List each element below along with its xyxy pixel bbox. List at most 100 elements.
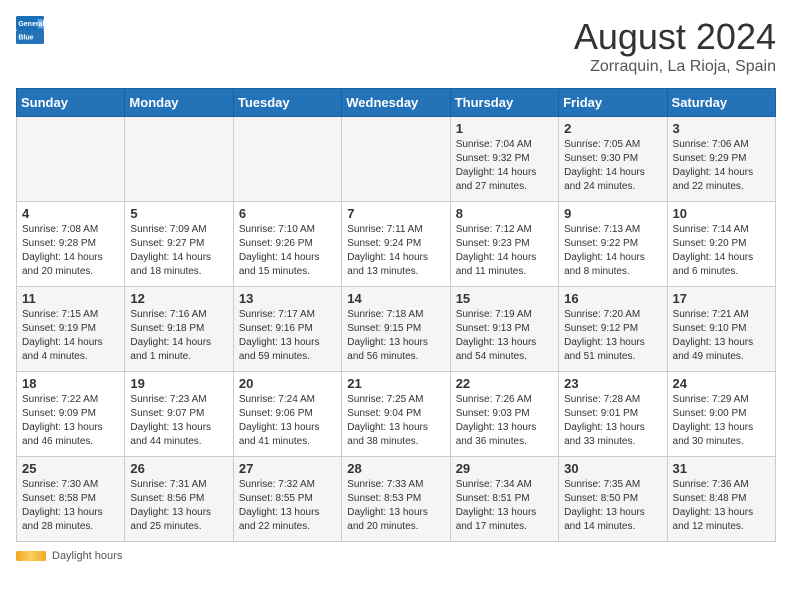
day-number: 21 (347, 376, 444, 391)
calendar-cell: 30Sunrise: 7:35 AM Sunset: 8:50 PM Dayli… (559, 457, 667, 542)
day-info: Sunrise: 7:17 AM Sunset: 9:16 PM Dayligh… (239, 308, 336, 364)
week-row: 4 Sunrise: 7:08 AM Sunset: 9:28 PM Daylig… (17, 202, 776, 287)
day-number: 31 (673, 461, 770, 476)
day-number: 17 (673, 291, 770, 306)
calendar-cell: 4 Sunrise: 7:08 AM Sunset: 9:28 PM Daylig… (17, 202, 125, 287)
day-info: Sunrise: 7:09 AM Sunset: 9:27 PM Dayligh… (130, 223, 227, 279)
day-number: 16 (564, 291, 661, 306)
calendar-cell: 19 Sunrise: 7:23 AM Sunset: 9:07 PM Dayli… (125, 372, 233, 457)
calendar-cell: 2Sunrise: 7:05 AM Sunset: 9:30 PM Daylig… (559, 117, 667, 202)
logo-icon: General Blue (16, 16, 44, 44)
svg-text:General: General (18, 21, 44, 28)
calendar-cell: 18 Sunrise: 7:22 AM Sunset: 9:09 PM Dayli… (17, 372, 125, 457)
day-number: 15 (456, 291, 553, 306)
day-number: 13 (239, 291, 336, 306)
column-header-monday: Monday (125, 89, 233, 117)
day-info: Sunrise: 7:18 AM Sunset: 9:15 PM Dayligh… (347, 308, 444, 364)
location: Zorraquin, La Rioja, Spain (574, 58, 776, 76)
day-number: 26 (130, 461, 227, 476)
day-info: Sunrise: 7:26 AM Sunset: 9:03 PM Dayligh… (456, 393, 553, 449)
day-info: Sunrise: 7:23 AM Sunset: 9:07 PM Dayligh… (130, 393, 227, 449)
day-number: 1 (456, 121, 553, 136)
day-number: 18 (22, 376, 119, 391)
day-info: Sunrise: 7:36 AM Sunset: 8:48 PM Dayligh… (673, 478, 770, 534)
column-header-tuesday: Tuesday (233, 89, 341, 117)
day-number: 19 (130, 376, 227, 391)
day-info: Sunrise: 7:04 AM Sunset: 9:32 PM Dayligh… (456, 138, 553, 194)
day-info: Sunrise: 7:25 AM Sunset: 9:04 PM Dayligh… (347, 393, 444, 449)
calendar-cell: 14 Sunrise: 7:18 AM Sunset: 9:15 PM Dayli… (342, 287, 450, 372)
day-number: 22 (456, 376, 553, 391)
daylight-bar-icon (16, 551, 46, 561)
day-number: 11 (22, 291, 119, 306)
week-row: 25Sunrise: 7:30 AM Sunset: 8:58 PM Dayli… (17, 457, 776, 542)
day-info: Sunrise: 7:11 AM Sunset: 9:24 PM Dayligh… (347, 223, 444, 279)
calendar-header: SundayMondayTuesdayWednesdayThursdayFrid… (17, 89, 776, 117)
day-info: Sunrise: 7:34 AM Sunset: 8:51 PM Dayligh… (456, 478, 553, 534)
day-info: Sunrise: 7:06 AM Sunset: 9:29 PM Dayligh… (673, 138, 770, 194)
calendar-cell: 12Sunrise: 7:16 AM Sunset: 9:18 PM Dayli… (125, 287, 233, 372)
day-number: 29 (456, 461, 553, 476)
day-info: Sunrise: 7:15 AM Sunset: 9:19 PM Dayligh… (22, 308, 119, 364)
week-row: 1 Sunrise: 7:04 AM Sunset: 9:32 PM Daylig… (17, 117, 776, 202)
svg-text:Blue: Blue (18, 34, 33, 41)
calendar-cell: 23Sunrise: 7:28 AM Sunset: 9:01 PM Dayli… (559, 372, 667, 457)
calendar-cell: 7 Sunrise: 7:11 AM Sunset: 9:24 PM Daylig… (342, 202, 450, 287)
day-info: Sunrise: 7:21 AM Sunset: 9:10 PM Dayligh… (673, 308, 770, 364)
day-info: Sunrise: 7:12 AM Sunset: 9:23 PM Dayligh… (456, 223, 553, 279)
day-number: 8 (456, 206, 553, 221)
calendar-cell: 29 Sunrise: 7:34 AM Sunset: 8:51 PM Dayli… (450, 457, 558, 542)
calendar-cell (342, 117, 450, 202)
day-info: Sunrise: 7:05 AM Sunset: 9:30 PM Dayligh… (564, 138, 661, 194)
day-number: 28 (347, 461, 444, 476)
calendar-cell (17, 117, 125, 202)
calendar-cell: 27Sunrise: 7:32 AM Sunset: 8:55 PM Dayli… (233, 457, 341, 542)
week-row: 18 Sunrise: 7:22 AM Sunset: 9:09 PM Dayli… (17, 372, 776, 457)
calendar-cell: 26 Sunrise: 7:31 AM Sunset: 8:56 PM Dayli… (125, 457, 233, 542)
calendar-cell: 25Sunrise: 7:30 AM Sunset: 8:58 PM Dayli… (17, 457, 125, 542)
calendar-cell: 6 Sunrise: 7:10 AM Sunset: 9:26 PM Daylig… (233, 202, 341, 287)
calendar-cell: 17 Sunrise: 7:21 AM Sunset: 9:10 PM Dayli… (667, 287, 775, 372)
calendar-cell: 8 Sunrise: 7:12 AM Sunset: 9:23 PM Daylig… (450, 202, 558, 287)
day-number: 14 (347, 291, 444, 306)
day-number: 6 (239, 206, 336, 221)
calendar-cell: 11 Sunrise: 7:15 AM Sunset: 9:19 PM Dayli… (17, 287, 125, 372)
column-header-wednesday: Wednesday (342, 89, 450, 117)
day-number: 24 (673, 376, 770, 391)
day-number: 20 (239, 376, 336, 391)
day-number: 30 (564, 461, 661, 476)
title-block: August 2024 Zorraquin, La Rioja, Spain (574, 16, 776, 76)
column-header-thursday: Thursday (450, 89, 558, 117)
calendar-cell: 31 Sunrise: 7:36 AM Sunset: 8:48 PM Dayli… (667, 457, 775, 542)
day-number: 7 (347, 206, 444, 221)
calendar-cell: 10Sunrise: 7:14 AM Sunset: 9:20 PM Dayli… (667, 202, 775, 287)
day-info: Sunrise: 7:31 AM Sunset: 8:56 PM Dayligh… (130, 478, 227, 534)
day-number: 12 (130, 291, 227, 306)
column-header-sunday: Sunday (17, 89, 125, 117)
calendar-cell: 28 Sunrise: 7:33 AM Sunset: 8:53 PM Dayli… (342, 457, 450, 542)
day-info: Sunrise: 7:33 AM Sunset: 8:53 PM Dayligh… (347, 478, 444, 534)
calendar-cell: 24Sunrise: 7:29 AM Sunset: 9:00 PM Dayli… (667, 372, 775, 457)
day-number: 23 (564, 376, 661, 391)
day-info: Sunrise: 7:30 AM Sunset: 8:58 PM Dayligh… (22, 478, 119, 534)
day-number: 27 (239, 461, 336, 476)
calendar-cell: 22 Sunrise: 7:26 AM Sunset: 9:03 PM Dayli… (450, 372, 558, 457)
calendar-cell: 5Sunrise: 7:09 AM Sunset: 9:27 PM Daylig… (125, 202, 233, 287)
day-number: 10 (673, 206, 770, 221)
day-info: Sunrise: 7:22 AM Sunset: 9:09 PM Dayligh… (22, 393, 119, 449)
calendar-cell: 9Sunrise: 7:13 AM Sunset: 9:22 PM Daylig… (559, 202, 667, 287)
page-header: General Blue August 2024 Zorraquin, La R… (16, 16, 776, 76)
day-number: 9 (564, 206, 661, 221)
day-number: 4 (22, 206, 119, 221)
column-header-friday: Friday (559, 89, 667, 117)
day-number: 3 (673, 121, 770, 136)
calendar-body: 1 Sunrise: 7:04 AM Sunset: 9:32 PM Daylig… (17, 117, 776, 542)
day-info: Sunrise: 7:10 AM Sunset: 9:26 PM Dayligh… (239, 223, 336, 279)
week-row: 11 Sunrise: 7:15 AM Sunset: 9:19 PM Dayli… (17, 287, 776, 372)
day-info: Sunrise: 7:24 AM Sunset: 9:06 PM Dayligh… (239, 393, 336, 449)
month-title: August 2024 (574, 16, 776, 58)
day-info: Sunrise: 7:08 AM Sunset: 9:28 PM Dayligh… (22, 223, 119, 279)
calendar-cell (125, 117, 233, 202)
daylight-label: Daylight hours (52, 550, 122, 562)
calendar-cell: 15Sunrise: 7:19 AM Sunset: 9:13 PM Dayli… (450, 287, 558, 372)
